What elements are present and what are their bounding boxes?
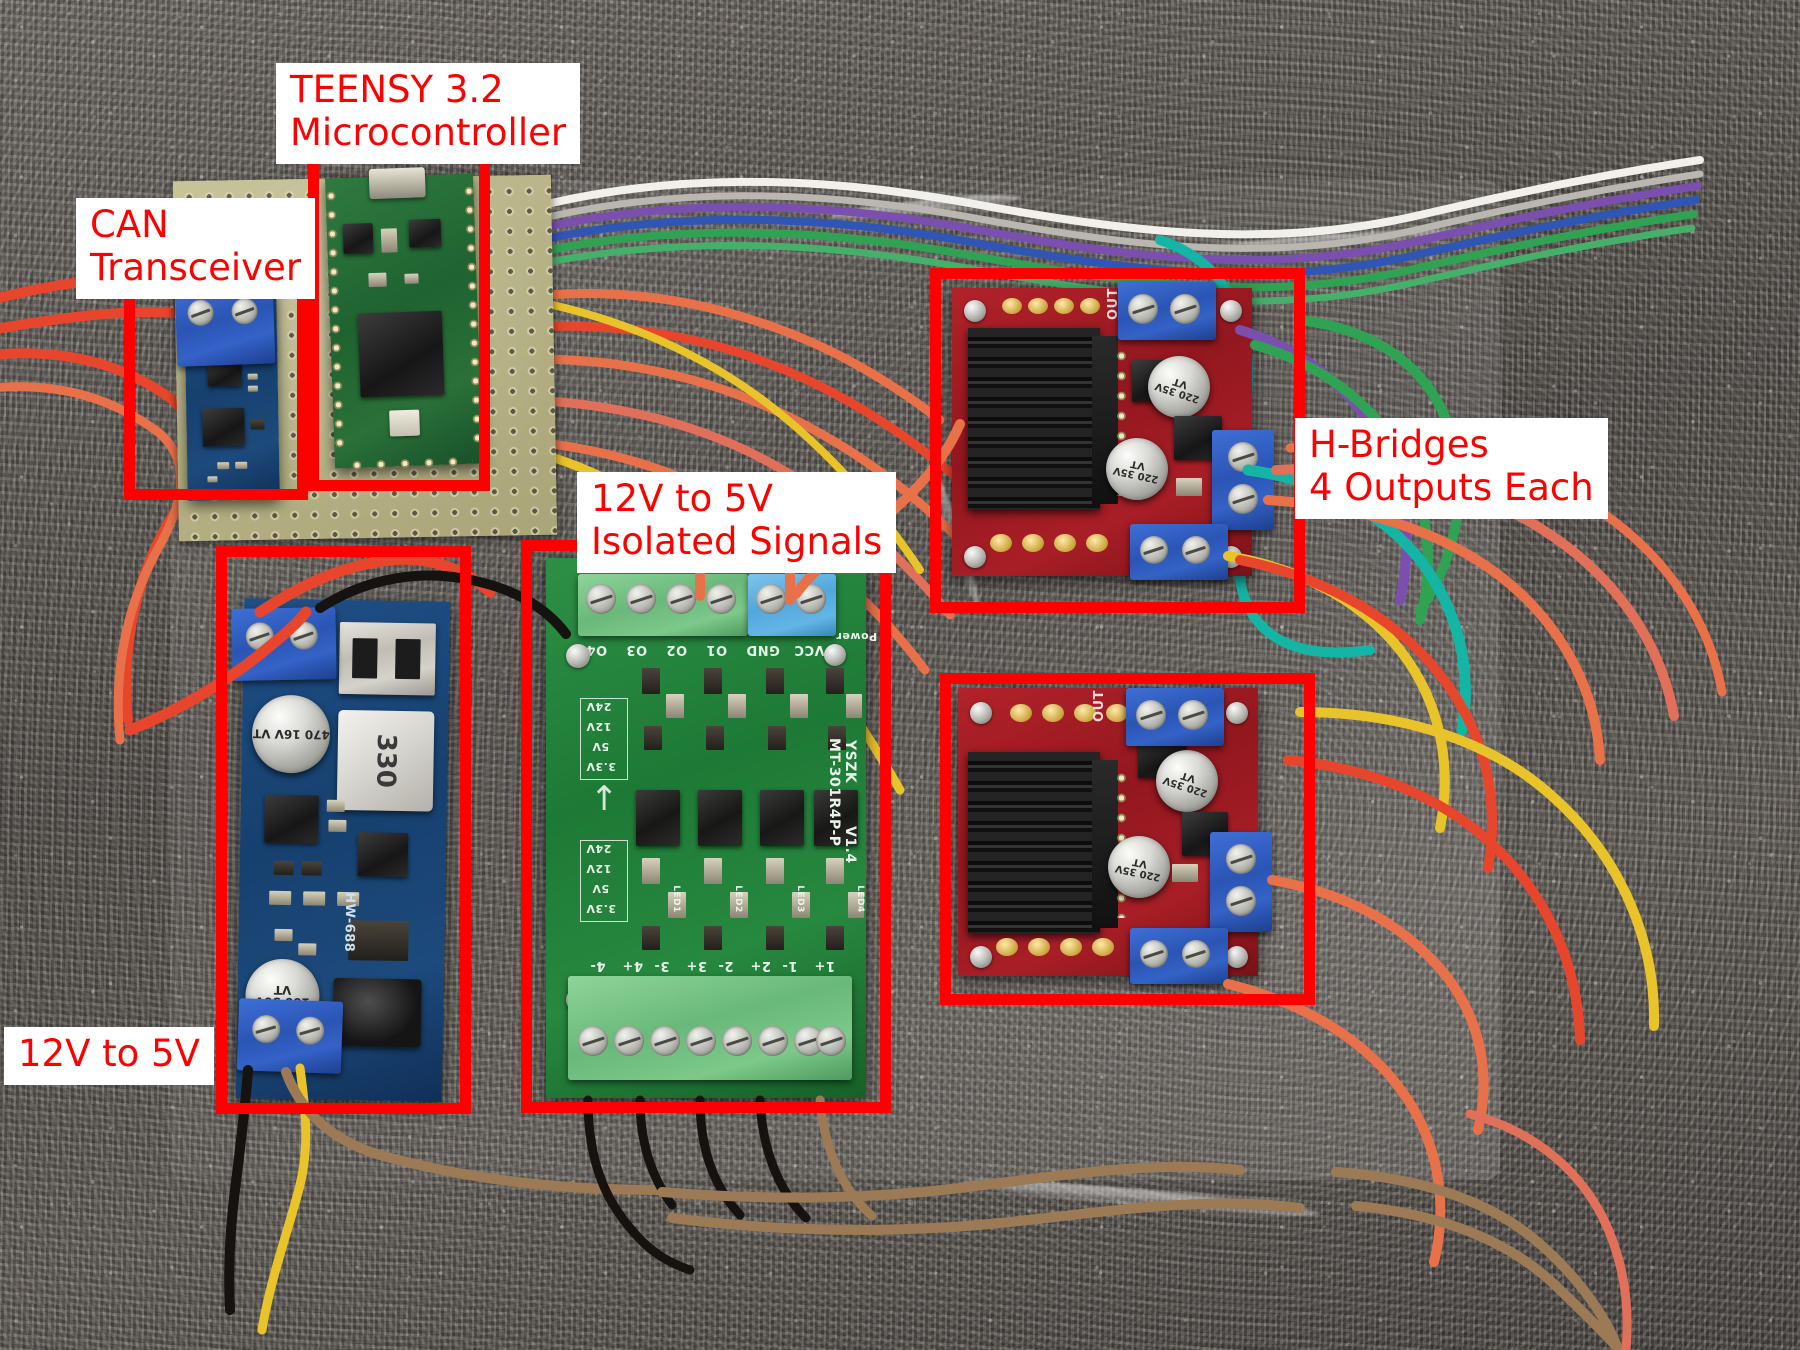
annotation-label-teensy: TEENSY 3.2 Microcontroller	[276, 63, 581, 164]
annotation-label-can-transceiver: CAN Transceiver	[76, 198, 316, 299]
annotation-label-can-line2: Transceiver	[90, 245, 302, 289]
annotation-box-h-bridge-lower[interactable]	[940, 673, 1315, 1005]
annotation-box-buck-converter[interactable]	[216, 546, 471, 1114]
annotation-box-teensy[interactable]	[308, 151, 490, 491]
annotation-label-isolated-line1: 12V to 5V	[591, 477, 773, 520]
annotation-label-hbridge-line2: 4 Outputs Each	[1309, 465, 1594, 509]
annotation-label-teensy-line2: Microcontroller	[290, 110, 567, 154]
annotation-label-hbridge-line1: H-Bridges	[1309, 423, 1489, 466]
annotation-label-isolated-signals: 12V to 5V Isolated Signals	[577, 472, 897, 573]
annotated-photo-stage: 470 16V VT 330 HW-688 100 50V VT	[0, 0, 1800, 1350]
annotation-box-h-bridge-upper[interactable]	[930, 268, 1305, 613]
annotation-box-can-transceiver[interactable]	[124, 272, 308, 500]
annotation-label-buck-converter: 12V to 5V	[4, 1027, 214, 1085]
annotation-label-teensy-line1: TEENSY 3.2	[290, 68, 504, 111]
annotation-box-isolated-signals[interactable]	[521, 540, 891, 1113]
annotation-label-buck-line1: 12V to 5V	[18, 1032, 200, 1075]
annotation-label-h-bridges: H-Bridges 4 Outputs Each	[1295, 418, 1608, 519]
annotation-label-can-line1: CAN	[90, 203, 169, 246]
annotation-label-isolated-line2: Isolated Signals	[591, 519, 883, 563]
